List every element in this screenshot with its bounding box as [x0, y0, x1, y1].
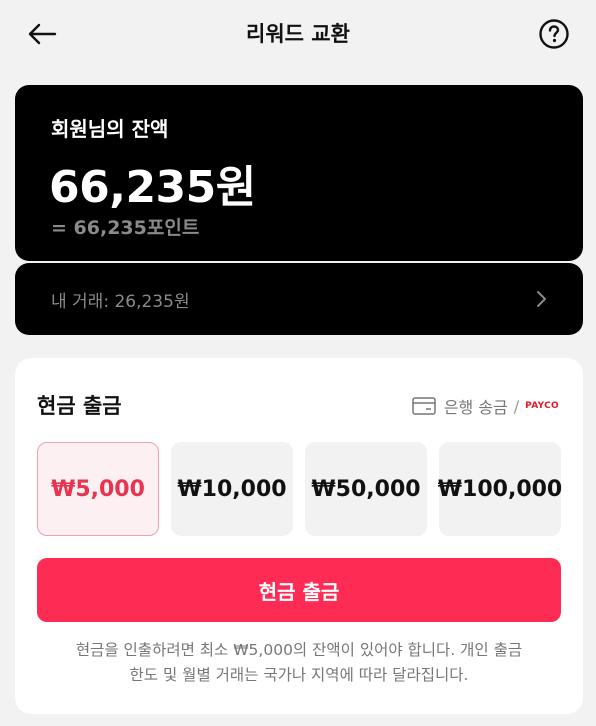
- balance-card: 회원님의 잔액 66,235원 = 66,235포인트: [15, 85, 583, 261]
- notice-line-1: 현금을 인출하려면 최소 ₩5,000의 잔액이 있어야 합니다. 개인 출금: [75, 641, 523, 659]
- page-title: 리워드 교환: [246, 22, 350, 46]
- withdraw-title: 현금 출금: [37, 394, 122, 418]
- header: 리워드 교환: [0, 0, 596, 68]
- balance-points: = 66,235포인트: [51, 217, 200, 239]
- amount-option-5000[interactable]: ₩5,000: [37, 442, 159, 536]
- method-label: 은행 송금: [443, 398, 508, 417]
- amount-option-50000[interactable]: ₩50,000: [305, 442, 427, 536]
- notice-line-2: 한도 및 월별 거래는 국가나 지역에 따라 달라집니다.: [129, 666, 469, 684]
- chevron-right-icon: [537, 291, 546, 307]
- amount-option-10000[interactable]: ₩10,000: [171, 442, 293, 536]
- card-icon: [412, 397, 436, 415]
- withdraw-button[interactable]: 현금 출금: [37, 558, 561, 622]
- payco-logo: PAYCO: [525, 401, 559, 411]
- amount-option-100000[interactable]: ₩100,000: [438, 442, 562, 536]
- transactions-row[interactable]: 내 거래: 26,235원: [15, 263, 583, 335]
- transactions-label: 내 거래: 26,235원: [51, 292, 190, 312]
- balance-amount: 66,235원: [49, 162, 256, 213]
- withdraw-notice: 현금을 인출하려면 최소 ₩5,000의 잔액이 있어야 합니다. 개인 출금 …: [29, 638, 569, 688]
- amount-options: ₩5,000 ₩10,000 ₩50,000 ₩100,000: [37, 442, 562, 536]
- withdraw-method: 은행 송금 / PAYCO: [412, 394, 559, 418]
- method-separator: /: [513, 396, 520, 416]
- balance-label: 회원님의 잔액: [51, 117, 169, 141]
- withdraw-panel: 현금 출금 은행 송금 / PAYCO ₩5,000 ₩10,000 ₩50,0…: [15, 358, 583, 714]
- help-button[interactable]: [534, 14, 574, 54]
- question-circle-icon: [539, 19, 569, 49]
